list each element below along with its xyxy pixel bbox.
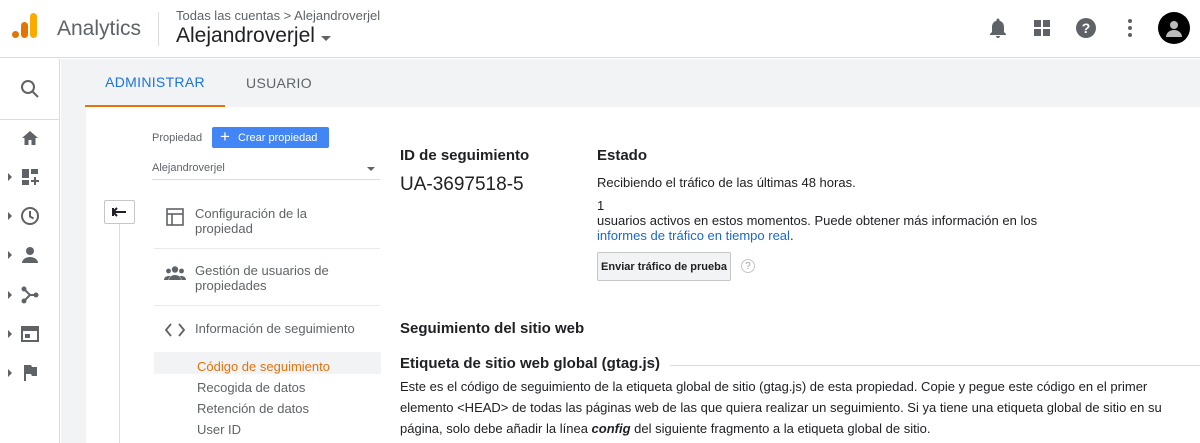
app-title: Analytics [57, 17, 142, 40]
panel-connector-line [119, 224, 120, 443]
gtag-description: Este es el código de seguimiento de la e… [400, 376, 1180, 439]
menu-divider [154, 305, 380, 306]
tab-usuario[interactable]: USUARIO [226, 59, 332, 107]
realtime-report-link[interactable]: informes de tráfico en tiempo real [597, 228, 790, 243]
menu-divider [154, 248, 380, 249]
submenu-user-id[interactable]: User ID [197, 422, 241, 437]
account-name: Alejandroverjel [176, 24, 315, 47]
behavior-icon[interactable] [0, 316, 60, 352]
home-icon[interactable] [0, 120, 60, 156]
submenu-data-retention[interactable]: Retención de datos [197, 401, 309, 416]
collapse-back-button[interactable] [104, 200, 135, 224]
active-users-count: 1 [597, 198, 605, 213]
help-question-icon[interactable]: ? [741, 259, 755, 273]
gtag-description-config: config [591, 421, 631, 436]
more-vert-icon[interactable] [1108, 12, 1152, 44]
header-divider [158, 12, 159, 46]
create-property-button[interactable]: + Crear propiedad [212, 127, 329, 148]
audience-person-icon[interactable] [0, 237, 60, 273]
realtime-clock-icon[interactable] [0, 198, 60, 234]
search-icon[interactable] [0, 71, 60, 107]
analytics-logo-icon[interactable] [12, 12, 38, 42]
header-actions: ? [976, 12, 1190, 44]
bell-icon[interactable] [976, 12, 1020, 44]
avatar[interactable] [1158, 12, 1190, 44]
top-bar: Analytics Todas las cuentas > Alejandrov… [0, 0, 1200, 58]
gtag-description-part2: del siguiente fragmento a la etiqueta gl… [630, 421, 931, 436]
help-icon[interactable]: ? [1064, 12, 1108, 44]
conversions-flag-icon[interactable] [0, 355, 60, 391]
status-heading: Estado [597, 147, 648, 164]
menu-property-settings[interactable]: Configuración de la propiedad [154, 206, 380, 236]
submenu-data-collection[interactable]: Recogida de datos [197, 380, 305, 395]
menu-tracking-info[interactable]: Información de seguimiento [154, 321, 380, 337]
customization-icon[interactable] [0, 159, 60, 195]
active-users-text: usuarios activos en estos momentos. Pued… [597, 213, 1038, 228]
realtime-line: informes de tráfico en tiempo real. [597, 228, 794, 243]
apps-grid-icon[interactable] [1020, 12, 1064, 44]
left-rail [0, 59, 60, 443]
tracking-id-value: UA-3697518-5 [400, 174, 524, 195]
realtime-suffix: . [789, 228, 794, 243]
status-text: Recibiendo el tráfico de las últimas 48 … [597, 175, 856, 190]
menu-user-management[interactable]: Gestión de usuarios de propiedades [154, 263, 380, 293]
breadcrumb[interactable]: Todas las cuentas > Alejandroverjel [176, 8, 380, 23]
svg-text:?: ? [1082, 20, 1091, 36]
property-select-value: Alejandroverjel [152, 162, 225, 174]
people-icon [154, 263, 195, 281]
plus-icon: + [220, 127, 230, 146]
back-arrow-icon [111, 207, 126, 217]
dropdown-caret-icon [367, 167, 375, 171]
property-select[interactable]: Alejandroverjel [152, 158, 380, 180]
submenu-tracking-code[interactable]: Código de seguimiento [197, 359, 330, 374]
acquisition-icon[interactable] [0, 277, 60, 313]
account-selector[interactable]: Alejandroverjel [176, 24, 331, 48]
menu-property-settings-label: Configuración de la propiedad [195, 206, 308, 236]
send-test-traffic-button[interactable]: Enviar tráfico de prueba [597, 252, 731, 281]
tab-administrar[interactable]: ADMINISTRAR [85, 59, 225, 107]
caret-down-icon [320, 35, 331, 41]
admin-tabs: ADMINISTRAR USUARIO [61, 59, 1200, 107]
property-label: Propiedad [152, 132, 203, 144]
menu-user-management-label: Gestión de usuarios de propiedades [195, 263, 329, 293]
code-brackets-icon [154, 321, 195, 337]
menu-tracking-info-label: Información de seguimiento [195, 321, 355, 336]
website-tracking-heading: Seguimiento del sitio web [400, 320, 585, 337]
layout-icon [154, 206, 195, 226]
gtag-heading: Etiqueta de sitio web global (gtag.js) [400, 355, 671, 372]
tracking-id-heading: ID de seguimiento [400, 147, 530, 164]
create-property-label: Crear propiedad [237, 131, 318, 144]
